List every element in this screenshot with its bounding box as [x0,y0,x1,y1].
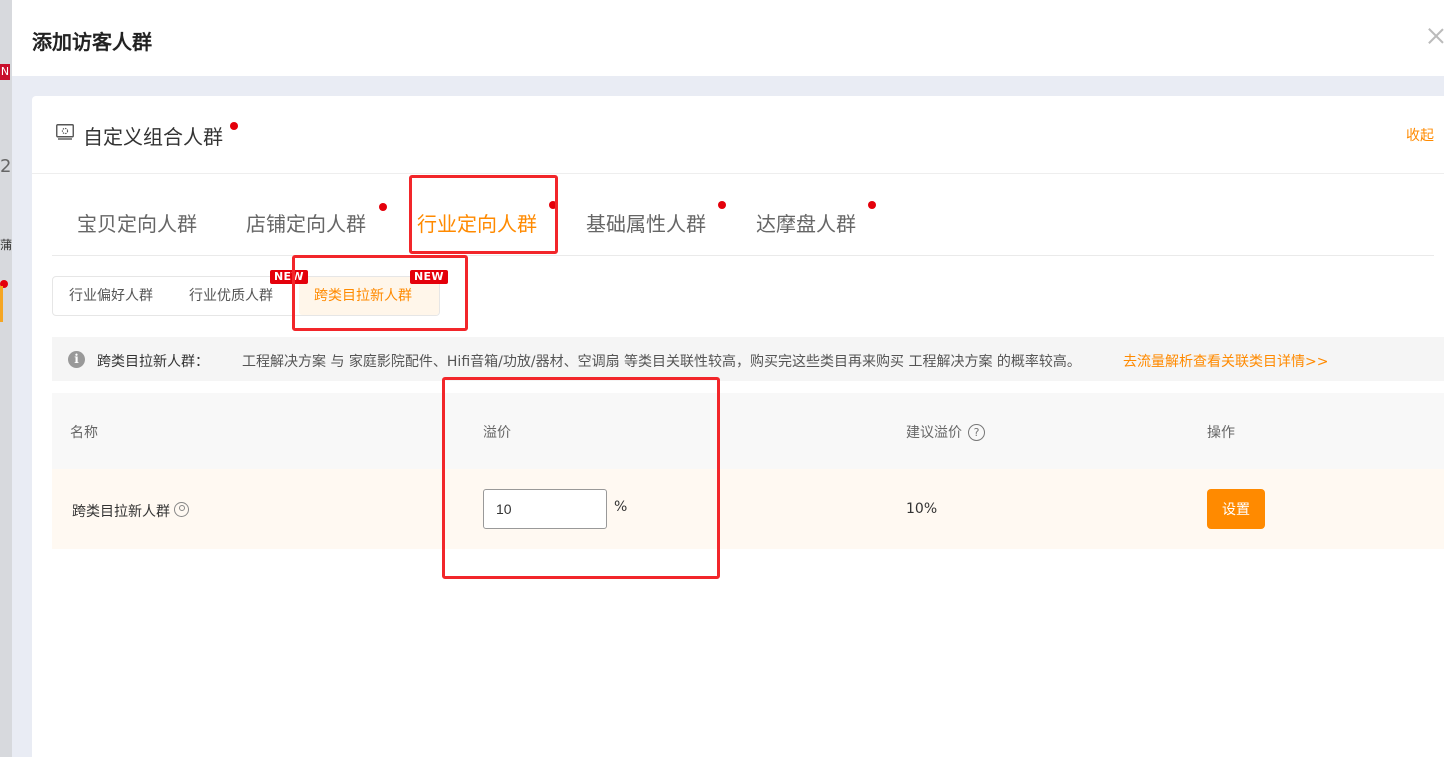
audience-type-tabs: 宝贝定向人群 店铺定向人群 行业定向人群 基础属性人群 达摩盘人群 [52,174,1434,256]
new-badge: NEW [270,270,308,284]
card-title-dot [230,122,238,130]
percent-unit: % [614,499,628,515]
card-header: 自定义组合人群 收起 [32,96,1444,174]
tab-product-targeted[interactable]: 宝贝定向人群 [77,208,197,237]
tab-basic-attributes[interactable]: 基础属性人群 [586,208,706,237]
tab-store-targeted[interactable]: 店铺定向人群 [246,208,366,237]
header-premium: 溢价 [483,425,511,441]
tab-damopan-dot [868,201,876,209]
user-icon[interactable] [174,502,189,517]
table-row: 跨类目拉新人群 % 10% 设置 [52,469,1444,549]
active-tab-underline [412,252,542,254]
background-digit: 2 [0,156,12,177]
tab-damopan[interactable]: 达摩盘人群 [756,208,856,237]
suggested-premium-value: 10% [906,501,938,517]
industry-subtabs: 行业偏好人群 行业优质人群 跨类目拉新人群 [52,276,440,316]
set-button[interactable]: 设置 [1207,489,1265,529]
header-suggested-label: 建议溢价 [906,425,962,441]
info-text: 工程解决方案 与 家庭影院配件、Hifi音箱/功放/器材、空调扇 等类目关联性较… [242,354,1081,370]
row-name: 跨类目拉新人群 [72,504,170,520]
table-header: 名称 溢价 建议溢价? 操作 [52,393,1444,469]
new-badge: NEW [410,270,448,284]
card-title: 自定义组合人群 [83,125,223,149]
subtab-industry-preference[interactable]: 行业偏好人群 [69,277,153,315]
tab-store-dot [379,203,387,211]
collapse-link[interactable]: 收起 [1406,125,1434,145]
close-icon[interactable] [1426,24,1444,48]
header-suggested-premium: 建议溢价? [906,422,985,442]
header-action: 操作 [1207,425,1235,441]
flow-analysis-link[interactable]: 去流量解析查看关联类目详情>> [1123,351,1328,371]
help-icon[interactable]: ? [968,424,985,441]
background-box [0,286,3,322]
header-name: 名称 [70,425,98,441]
background-badge: N [0,64,10,80]
info-bar: i 跨类目拉新人群： 工程解决方案 与 家庭影院配件、Hifi音箱/功放/器材、… [52,337,1444,381]
audience-group-icon [56,124,74,140]
row-name-cell: 跨类目拉新人群 [72,501,189,521]
tab-basic-dot [718,201,726,209]
drawer-header: 添加访客人群 [12,0,1444,76]
info-label: 跨类目拉新人群： [97,354,209,370]
add-visitor-audience-drawer: 添加访客人群 自定义组合人群 收起 宝贝定向人群 店铺定向人群 行业定向人群 基… [12,0,1444,757]
drawer-title: 添加访客人群 [32,30,152,54]
subtab-industry-quality[interactable]: 行业优质人群 [189,277,273,315]
premium-input[interactable] [483,489,607,529]
background-text: 蒲 [0,238,13,252]
custom-combo-audience-card: 自定义组合人群 收起 宝贝定向人群 店铺定向人群 行业定向人群 基础属性人群 达… [32,96,1444,757]
info-icon: i [68,351,85,368]
tab-industry-dot [549,201,557,209]
tab-industry-targeted[interactable]: 行业定向人群 [417,208,537,237]
